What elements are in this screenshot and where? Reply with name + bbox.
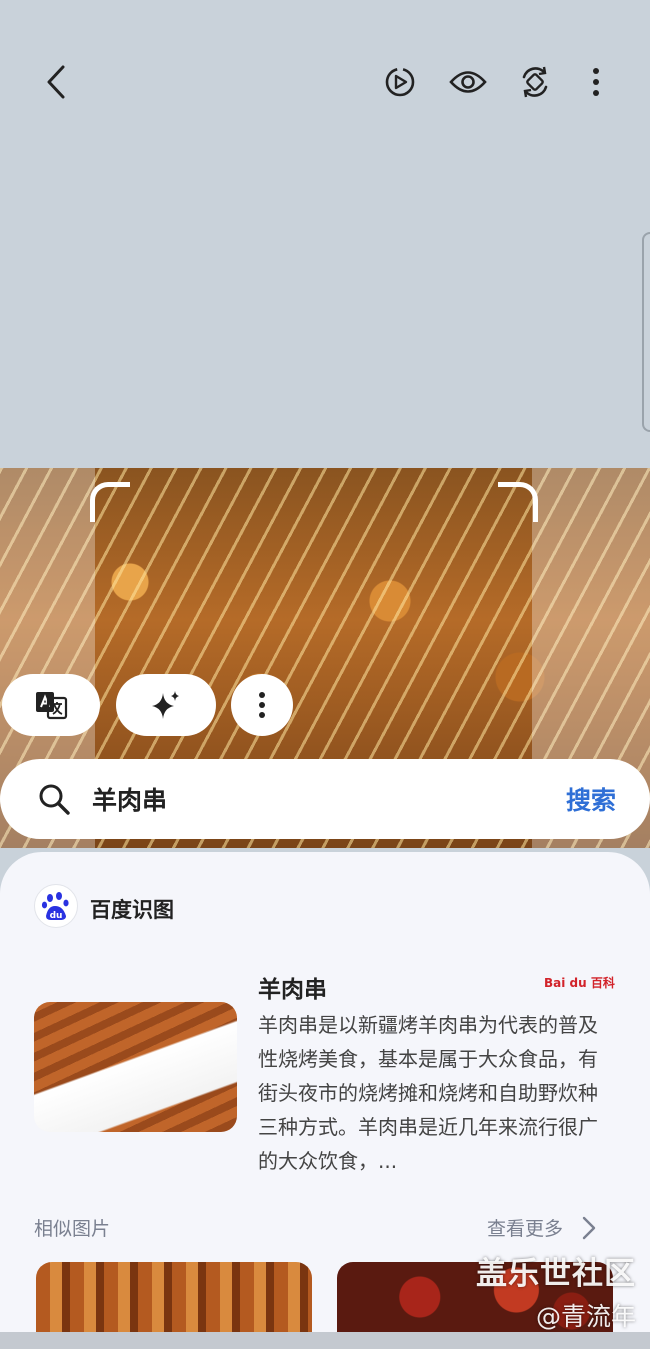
translate-icon	[36, 692, 68, 720]
result-description[interactable]: 羊肉串是以新疆烤羊肉串为代表的普及性烧烤美食，基本是属于大众食品，有街头夜市的烧…	[258, 1008, 608, 1178]
baidu-logo: du	[34, 884, 78, 928]
watermark-author: @青流年	[535, 1302, 636, 1331]
similar-images-label: 相似图片	[34, 1218, 111, 1240]
view-more-link[interactable]: 查看更多	[487, 1214, 599, 1241]
svg-text:du: du	[50, 911, 63, 921]
watermark-title: 盖乐世社区	[476, 1256, 636, 1292]
baidu-baike-logo: Bai du 百科	[544, 976, 615, 990]
more-options-button[interactable]	[231, 674, 293, 736]
view-more-label: 查看更多	[487, 1218, 564, 1240]
search-icon	[36, 781, 72, 817]
result-thumbnail[interactable]	[34, 1002, 237, 1132]
navigation-bar	[0, 1332, 650, 1349]
crop-handle-top-left[interactable]	[90, 482, 130, 522]
more-vert-icon	[259, 692, 265, 718]
crop-handle-top-right[interactable]	[498, 482, 538, 522]
search-query[interactable]: 羊肉串	[92, 781, 167, 817]
search-bar[interactable]: 羊肉串 搜索	[0, 759, 650, 839]
eye-icon[interactable]	[446, 60, 490, 104]
search-button[interactable]: 搜索	[566, 781, 616, 817]
edge-panel-handle[interactable]	[642, 232, 650, 432]
motion-photo-icon[interactable]	[380, 60, 420, 104]
result-title[interactable]: 羊肉串	[258, 970, 327, 1004]
more-vert-icon[interactable]	[580, 60, 612, 104]
chevron-right-icon	[582, 1216, 596, 1239]
similar-image[interactable]	[36, 1262, 312, 1332]
watermark: 盖乐世社区 @青流年	[476, 1248, 636, 1333]
rotate-icon[interactable]	[514, 60, 556, 104]
sparkle-icon	[152, 691, 179, 719]
top-toolbar	[0, 0, 650, 160]
ai-enhance-button[interactable]	[116, 674, 216, 736]
source-name: 百度识图	[90, 898, 174, 922]
translate-button[interactable]	[2, 674, 100, 736]
back-icon[interactable]	[36, 60, 76, 104]
